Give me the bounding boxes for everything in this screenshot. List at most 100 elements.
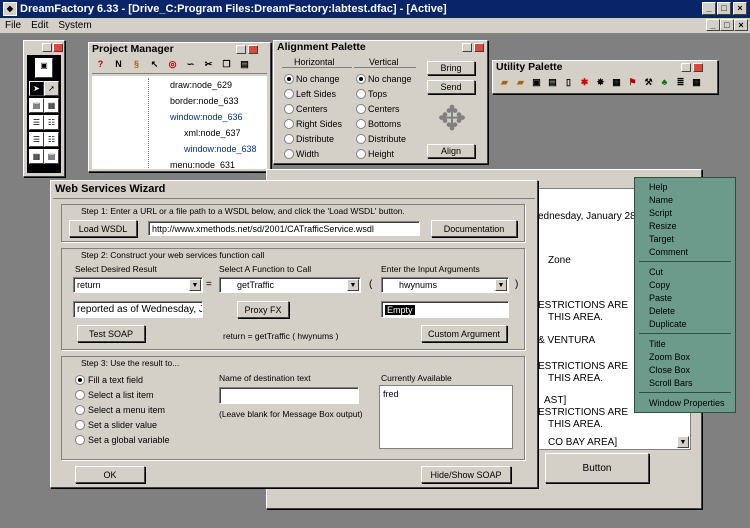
v-radio-distribute[interactable] <box>356 134 366 144</box>
menu-item-cut[interactable]: Cut <box>649 267 663 277</box>
tree-item[interactable]: menu:node_631 <box>170 160 235 169</box>
chip-icon[interactable]: ▦ <box>610 76 623 89</box>
v-radio-height[interactable] <box>356 149 366 159</box>
hammer-icon[interactable]: ⚒ <box>642 76 655 89</box>
menu-item-title[interactable]: Title <box>649 339 666 349</box>
close-icon[interactable] <box>53 43 63 52</box>
target-icon[interactable]: ◎ <box>166 58 179 71</box>
minimize-icon[interactable] <box>236 45 246 54</box>
list-item[interactable]: fred <box>383 389 399 399</box>
grid-icon[interactable]: ▦ <box>690 76 703 89</box>
text-tool-icon[interactable]: ☰ <box>29 132 44 147</box>
grid-tool-icon[interactable]: ▤ <box>44 149 59 164</box>
minimize-icon[interactable] <box>42 43 52 52</box>
tree-item[interactable]: draw:node_629 <box>170 80 232 90</box>
result-text-field[interactable]: reported as of Wednesday, Ja <box>73 301 203 318</box>
maximize-icon[interactable]: □ <box>717 2 731 15</box>
tree-item[interactable]: window:node_636 <box>170 112 243 122</box>
h-radio-centers[interactable] <box>284 104 294 114</box>
project-tree[interactable]: draw:node_629 border:node_633 window:nod… <box>92 76 267 169</box>
menu-item-zoom-box[interactable]: Zoom Box <box>649 352 690 362</box>
function-select[interactable]: getTraffic ▼ <box>219 277 361 293</box>
test-soap-button[interactable]: Test SOAP <box>77 325 145 342</box>
arrow-tool-icon[interactable]: ➤ <box>29 81 44 96</box>
list-tool-icon[interactable]: ☰ <box>29 115 44 130</box>
minimize-icon[interactable] <box>462 43 472 52</box>
menu-edit[interactable]: Edit <box>26 18 53 33</box>
table-tool-icon[interactable]: ▦ <box>29 149 44 164</box>
result-select[interactable]: return ▼ <box>73 277 203 293</box>
menu-item-comment[interactable]: Comment <box>649 247 688 257</box>
menu-item-help[interactable]: Help <box>649 182 668 192</box>
document-button[interactable]: Button <box>545 453 649 483</box>
menu-file[interactable]: File <box>0 18 26 33</box>
send-button[interactable]: Send <box>427 80 475 94</box>
check-tool-icon[interactable]: ☷ <box>44 132 59 147</box>
chevron-down-icon[interactable]: ▼ <box>677 436 689 448</box>
script-icon[interactable]: § <box>130 58 143 71</box>
align-button[interactable]: Align <box>427 144 475 158</box>
h-radio-distribute[interactable] <box>284 134 294 144</box>
stack-icon[interactable]: ≣ <box>674 76 687 89</box>
folder-icon[interactable]: ▰ <box>514 76 527 89</box>
tree-icon[interactable]: ♣ <box>658 76 671 89</box>
chevron-down-icon[interactable]: ▼ <box>347 279 359 291</box>
v-radio-no-change[interactable] <box>356 74 366 84</box>
mdi-restore-icon[interactable]: □ <box>720 19 734 31</box>
minimize-icon[interactable]: _ <box>702 2 716 15</box>
radio-select-list-item[interactable] <box>75 390 85 400</box>
argument-input[interactable]: Empty <box>381 301 509 318</box>
cut-icon[interactable]: ✂ <box>202 58 215 71</box>
close-icon[interactable] <box>474 43 484 52</box>
menu-item-close-box[interactable]: Close Box <box>649 365 690 375</box>
close-icon[interactable]: × <box>733 2 747 15</box>
h-radio-right-sides[interactable] <box>284 119 294 129</box>
tree-item[interactable]: window:node_638 <box>184 144 257 154</box>
load-wsdl-button[interactable]: Load WSDL <box>69 220 137 237</box>
radio-fill-text-field[interactable] <box>75 375 85 385</box>
run-icon[interactable]: ✱ <box>578 76 591 89</box>
v-radio-centers[interactable] <box>356 104 366 114</box>
dreamfactory-app-icon[interactable]: ◆ <box>3 2 17 16</box>
proxy-fx-button[interactable]: Proxy FX <box>237 301 289 318</box>
v-radio-bottoms[interactable] <box>356 119 366 129</box>
mdi-minimize-icon[interactable]: _ <box>706 19 720 31</box>
menu-tool-icon[interactable]: ☷ <box>44 115 59 130</box>
mdi-close-icon[interactable]: × <box>734 19 748 31</box>
h-radio-width[interactable] <box>284 149 294 159</box>
new-icon[interactable]: N <box>112 58 125 71</box>
chevron-down-icon[interactable]: ▼ <box>189 279 201 291</box>
menu-system[interactable]: System <box>53 18 96 33</box>
menu-item-name[interactable]: Name <box>649 195 673 205</box>
v-radio-tops[interactable] <box>356 89 366 99</box>
minimize-icon[interactable] <box>681 63 691 72</box>
copy-icon[interactable]: ❐ <box>220 58 233 71</box>
link-icon[interactable]: ∽ <box>184 58 197 71</box>
argument-select[interactable]: hwynums ▼ <box>381 277 509 293</box>
selection-tool-icon[interactable]: ▣ <box>35 58 53 78</box>
available-list[interactable]: fred <box>379 385 513 449</box>
radio-set-slider-value[interactable] <box>75 420 85 430</box>
save-icon[interactable]: ▣ <box>530 76 543 89</box>
wsdl-url-input[interactable]: http://www.xmethods.net/sd/2001/CATraffi… <box>148 221 420 236</box>
h-radio-left-sides[interactable] <box>284 89 294 99</box>
button-tool-icon[interactable]: ▤ <box>29 98 44 113</box>
menu-item-target[interactable]: Target <box>649 234 674 244</box>
bug-icon[interactable]: ✸ <box>594 76 607 89</box>
menu-item-scroll-bars[interactable]: Scroll Bars <box>649 378 693 388</box>
open-folder-icon[interactable]: ▰ <box>498 76 511 89</box>
chevron-down-icon[interactable]: ▼ <box>495 279 507 291</box>
flag-icon[interactable]: ⚑ <box>626 76 639 89</box>
menu-item-copy[interactable]: Copy <box>649 280 670 290</box>
h-radio-no-change[interactable] <box>284 74 294 84</box>
close-icon[interactable] <box>248 45 258 54</box>
close-icon[interactable] <box>693 63 703 72</box>
move-arrows-icon[interactable]: ✥ <box>432 99 472 139</box>
radio-set-global-variable[interactable] <box>75 435 85 445</box>
paste-icon[interactable]: ▤ <box>238 58 251 71</box>
destination-input[interactable] <box>219 387 359 404</box>
menu-item-script[interactable]: Script <box>649 208 672 218</box>
menu-item-delete[interactable]: Delete <box>649 306 675 316</box>
page-icon[interactable]: ▯ <box>562 76 575 89</box>
hide-show-soap-button[interactable]: Hide/Show SOAP <box>421 466 511 483</box>
